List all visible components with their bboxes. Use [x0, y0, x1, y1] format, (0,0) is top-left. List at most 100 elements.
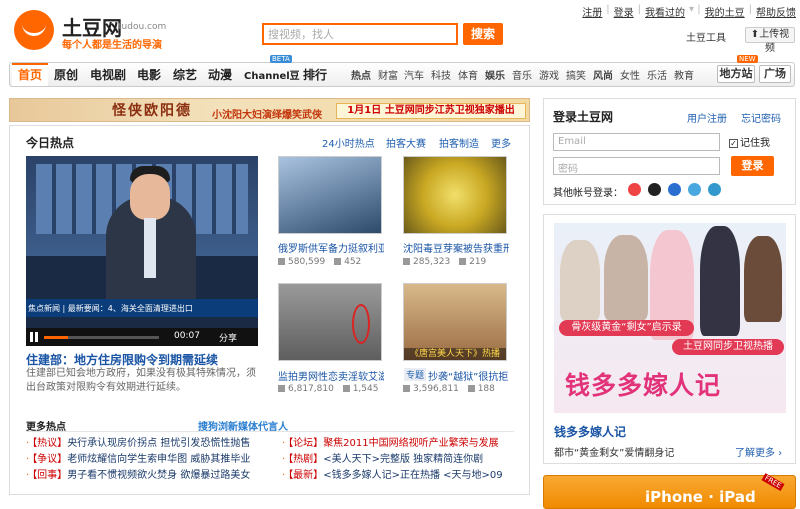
register-link[interactable]: 用户注册 — [687, 110, 727, 125]
nav-sub-fashion[interactable]: 风尚 — [593, 67, 613, 82]
ad-big-title: 钱多多嫁人记 — [565, 371, 722, 400]
share-button[interactable]: 分享 — [219, 331, 237, 344]
nav-sub-hot[interactable]: 热点 — [351, 67, 371, 82]
top-links: 注册 | 登录 | 我看过的 ▾ | 我的土豆 | 帮助反馈 — [582, 4, 796, 19]
video-player[interactable]: 焦点新闻 | 最新要闻：4、海关全面清理进出口 00:07 分享 — [26, 156, 258, 346]
comment-icon — [342, 385, 350, 392]
nav-anime[interactable]: 动漫 — [208, 66, 232, 83]
search-button[interactable]: 搜索 — [463, 23, 503, 45]
renren-icon[interactable] — [668, 183, 681, 196]
anchor-head — [130, 174, 170, 220]
learn-more-label: 了解更多 — [735, 448, 775, 459]
play-count-icon — [278, 385, 285, 392]
list-item[interactable]: · 【热议】央行承认现房价拐点 担忧引发恐慌性抛售 — [26, 436, 250, 452]
pause-icon[interactable] — [30, 332, 38, 342]
nav-sub-women[interactable]: 女性 — [620, 67, 640, 82]
tab-contest[interactable]: 拍客大赛 — [386, 135, 426, 150]
poster-person — [700, 226, 740, 336]
nav-sub-lohas[interactable]: 乐活 — [647, 67, 667, 82]
nav-sub-tech[interactable]: 科技 — [431, 67, 451, 82]
nav-sub-music[interactable]: 音乐 — [512, 67, 532, 82]
forgot-password-link[interactable]: 忘记密码 — [741, 110, 781, 125]
kaixin-icon[interactable] — [708, 183, 721, 196]
thumb-title[interactable]: 抄袭“越狱”很抗拒 — [428, 368, 508, 383]
tab-made[interactable]: 拍客制造 — [439, 135, 479, 150]
list-item[interactable]: · 【争议】老师炫耀信向学生索申华图 威胁其推毕业 — [26, 452, 250, 468]
list-item[interactable]: · 【回事】男子看不惯视频欲火焚身 欲爆暴过路美女 — [26, 468, 250, 484]
login-button[interactable]: 登录 — [731, 156, 774, 176]
nav-movie[interactable]: 电影 — [137, 66, 161, 83]
view-count: 3,596,811 — [413, 384, 459, 394]
logo-domain: tudou.com — [118, 22, 167, 32]
nav-tv[interactable]: 电视剧 — [90, 66, 126, 83]
my-tudou-link[interactable]: 我的土豆 — [705, 4, 745, 19]
remember-me[interactable]: ✓ 记住我 — [729, 134, 770, 149]
thumb-carrier[interactable] — [278, 156, 382, 234]
thumb-caption: 《唐宫美人天下》热播 — [404, 348, 506, 360]
banner-date: 1月1日 土豆网同步江苏卫视独家播出 — [336, 103, 526, 119]
new-badge: NEW — [737, 55, 758, 63]
list-item[interactable]: · 【论坛】聚焦2011中国网络视听产业繁荣与发展 — [282, 436, 503, 452]
nav-ranking[interactable]: 排行 — [303, 66, 327, 83]
tab-24h[interactable]: 24小时热点 — [322, 135, 375, 150]
password-field[interactable]: 密码 — [553, 157, 720, 175]
register-link[interactable]: 注册 — [582, 4, 602, 19]
nav-variety[interactable]: 综艺 — [173, 66, 197, 83]
nav-original[interactable]: 原创 — [54, 66, 78, 83]
list-item[interactable]: · 【热剧】<美人天下>完整版 独家精简连你剧 — [282, 452, 503, 468]
comment-count: 1,545 — [352, 384, 379, 394]
tab-more[interactable]: 更多 — [491, 135, 511, 150]
video-title[interactable]: 住建部：地方住房限购令到期需延续 — [26, 351, 218, 368]
poster-person — [560, 240, 600, 320]
more-hot-list-right: · 【论坛】聚焦2011中国网络视听产业繁荣与发展 · 【热剧】<美人天下>完整版 … — [282, 436, 503, 484]
ad-title[interactable]: 钱多多嫁人记 — [554, 423, 626, 440]
poster-person — [744, 236, 782, 322]
chevron-right-icon: › — [775, 448, 783, 459]
history-link[interactable]: 我看过的 — [645, 4, 685, 19]
ad-tv-tag: 土豆网同步卫视热播 — [672, 339, 784, 355]
nav-sub-sports[interactable]: 体育 — [458, 67, 478, 82]
nav-sub-game[interactable]: 游戏 — [539, 67, 559, 82]
nav-home[interactable]: 首页 — [12, 63, 48, 86]
local-station-button[interactable]: 地方站 — [717, 65, 755, 83]
nav-channel[interactable]: Channel豆 — [244, 67, 300, 82]
thumb-stats: 3,596,811 188 — [403, 384, 495, 394]
comment-icon — [459, 258, 467, 265]
comment-icon — [467, 385, 475, 392]
thumb-sprouts[interactable] — [403, 156, 507, 234]
ticker-text: 焦点新闻 | 最新要闻：4、海关全面清理进出口 — [28, 304, 193, 313]
thumb-title[interactable]: 沈阳毒豆芽案被告获重刑 — [403, 240, 509, 255]
help-link[interactable]: 帮助反馈 — [756, 4, 796, 19]
iphone-banner-text: iPhone · iPad — [645, 488, 756, 506]
thumb-title[interactable]: 俄罗斯供军备力挺叙利亚 — [278, 240, 384, 255]
nav-sub-finance[interactable]: 财富 — [378, 67, 398, 82]
nav-sub-funny[interactable]: 搞笑 — [566, 67, 586, 82]
banner-subtitle: 小沈阳大妇演绎爆笑武侠 — [212, 110, 322, 121]
weibo-icon[interactable] — [628, 183, 641, 196]
nav-sub-auto[interactable]: 汽车 — [404, 67, 424, 82]
upload-button[interactable]: ⬆上传视频 — [745, 27, 795, 54]
hot-title: 今日热点 — [26, 136, 75, 150]
nav-sub-ent[interactable]: 娱乐 — [485, 67, 505, 82]
ad-desc: 都市“黄金剩女”爱情翻身记 — [554, 448, 675, 459]
red-circle-mark — [352, 304, 370, 344]
list-item[interactable]: · 【最新】<钱多多嫁人记>正在热播 <天与地>09 — [282, 468, 503, 484]
plaza-button[interactable]: 广场 — [759, 65, 791, 83]
beta-badge: BETA — [270, 55, 292, 63]
comment-count: 219 — [469, 257, 487, 267]
tools-link[interactable]: 土豆工具 — [686, 29, 726, 44]
comment-count: 188 — [477, 384, 495, 394]
search-input[interactable]: 搜视频，找人 — [262, 23, 458, 45]
nav-sub-edu[interactable]: 教育 — [674, 67, 694, 82]
qq-icon[interactable] — [648, 183, 661, 196]
email-field[interactable]: Email — [553, 133, 720, 151]
login-link[interactable]: 登录 — [614, 4, 634, 19]
thumb-title[interactable]: 监拍男网性恋卖淫软艾滋 — [278, 368, 384, 383]
learn-more-link[interactable]: 了解更多 › — [735, 444, 782, 459]
msn-icon[interactable] — [688, 183, 701, 196]
checkbox-checked-icon[interactable]: ✓ — [729, 138, 738, 148]
topic-tag: 专题 — [404, 368, 427, 381]
play-count-icon — [403, 258, 410, 265]
comment-count: 452 — [344, 257, 362, 267]
view-count: 285,323 — [413, 257, 451, 267]
